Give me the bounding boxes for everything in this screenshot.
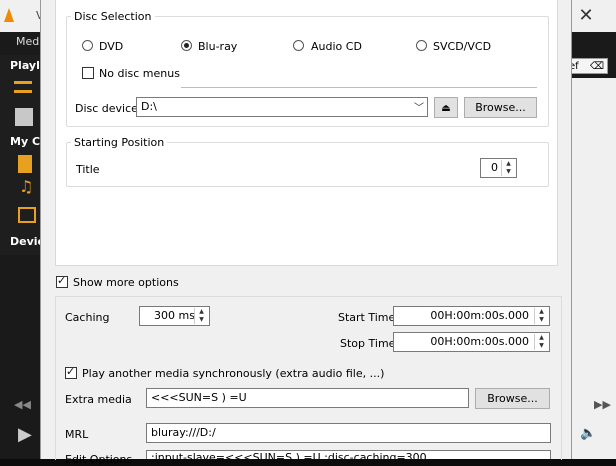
stop-time-spin-buttons[interactable]: ▲ ▼ xyxy=(534,334,548,350)
stop-time-spinbox[interactable]: 00H:00m:00s.000 ▲ ▼ xyxy=(393,332,550,352)
down-arrow-icon[interactable]: ▼ xyxy=(195,316,208,324)
extra-media-input[interactable]: <<<SUN=S ) =U xyxy=(146,388,469,408)
radio-bluray-label[interactable]: Blu-ray xyxy=(198,40,237,53)
background-media-menu[interactable]: Medi xyxy=(16,35,42,48)
radio-bluray[interactable] xyxy=(181,40,192,51)
mrl-label: MRL xyxy=(65,428,89,441)
disc-device-value: D:\ xyxy=(141,100,157,113)
caching-spin-buttons[interactable]: ▲ ▼ xyxy=(194,308,208,324)
pictures-icon[interactable] xyxy=(18,207,36,223)
mrl-input[interactable]: bluray:///D:/ xyxy=(146,423,551,443)
start-time-spinbox[interactable]: 00H:00m:00s.000 ▲ ▼ xyxy=(393,306,550,326)
play-icon[interactable]: ▶ xyxy=(18,424,32,445)
eject-button[interactable]: ⏏ xyxy=(434,97,458,118)
background-right-panel xyxy=(566,78,616,398)
stop-time-label: Stop Time xyxy=(340,337,396,350)
radio-dvd[interactable] xyxy=(82,40,93,51)
radio-svcd-vcd-label[interactable]: SVCD/VCD xyxy=(433,40,491,53)
browse-disc-button[interactable]: Browse... xyxy=(464,97,537,118)
disc-device-combo[interactable]: D:\ ﹀ xyxy=(136,97,428,117)
show-more-options-label[interactable]: Show more options xyxy=(73,276,179,289)
title-value: 0 xyxy=(491,161,498,174)
next-icon[interactable]: ▶▶ xyxy=(594,398,611,411)
radio-dvd-label[interactable]: DVD xyxy=(99,40,123,53)
up-arrow-icon[interactable]: ▲ xyxy=(502,160,515,168)
edit-options-input[interactable]: :input-slave=<<<SUN=S ) =U :disc-caching… xyxy=(146,450,551,459)
radio-audio-cd[interactable] xyxy=(293,40,304,51)
title-spinbox[interactable]: 0 ▲ ▼ xyxy=(480,158,517,178)
play-another-media-checkbox[interactable] xyxy=(65,365,77,379)
no-disc-menus-checkbox[interactable] xyxy=(82,67,94,79)
show-more-options-checkbox[interactable] xyxy=(56,274,68,288)
caching-value: 300 ms xyxy=(154,309,195,322)
chevron-down-icon[interactable]: ﹀ xyxy=(414,99,424,114)
radio-audio-cd-label[interactable]: Audio CD xyxy=(311,40,362,53)
browse-extra-media-button[interactable]: Browse... xyxy=(475,388,550,409)
no-disc-menus-label[interactable]: No disc menus xyxy=(99,67,180,80)
extra-media-label: Extra media xyxy=(65,393,132,406)
down-arrow-icon[interactable]: ▼ xyxy=(535,342,548,350)
title-spin-buttons[interactable]: ▲ ▼ xyxy=(501,160,515,176)
disc-device-label: Disc device xyxy=(75,102,138,115)
stop-time-value: 00H:00m:00s.000 xyxy=(430,335,529,348)
close-icon[interactable]: ✕ xyxy=(574,4,598,28)
up-arrow-icon[interactable]: ▲ xyxy=(535,308,548,316)
speaker-icon[interactable]: 🔈 xyxy=(580,426,596,441)
down-arrow-icon[interactable]: ▼ xyxy=(502,168,515,176)
background-volume-controls: ▶▶ 🔈 xyxy=(570,390,616,459)
vlc-cone-icon xyxy=(4,8,14,22)
media-library-icon[interactable] xyxy=(15,108,33,126)
play-another-media-label[interactable]: Play another media synchronously (extra … xyxy=(82,367,384,380)
radio-svcd-vcd[interactable] xyxy=(416,40,427,51)
eject-icon: ⏏ xyxy=(441,103,451,114)
videos-icon[interactable] xyxy=(18,155,32,173)
disc-selection-title: Disc Selection xyxy=(71,10,155,23)
background-search-field[interactable]: ef ⌫ xyxy=(566,58,608,74)
caching-label: Caching xyxy=(65,311,110,324)
title-label: Title xyxy=(76,163,100,176)
down-arrow-icon[interactable]: ▼ xyxy=(535,316,548,324)
start-time-value: 00H:00m:00s.000 xyxy=(430,309,529,322)
edit-options-label: Edit Options xyxy=(65,453,133,466)
up-arrow-icon[interactable]: ▲ xyxy=(195,308,208,316)
start-time-spin-buttons[interactable]: ▲ ▼ xyxy=(534,308,548,324)
caching-spinbox[interactable]: 300 ms ▲ ▼ xyxy=(139,306,210,326)
music-icon[interactable]: ♫ xyxy=(19,177,33,196)
playlist-icon[interactable] xyxy=(14,81,32,93)
previous-icon[interactable]: ◀◀ xyxy=(14,398,31,411)
starting-position-title: Starting Position xyxy=(71,136,168,149)
start-time-label: Start Time xyxy=(338,311,396,324)
up-arrow-icon[interactable]: ▲ xyxy=(535,334,548,342)
clear-icon[interactable]: ⌫ xyxy=(590,59,604,75)
separator xyxy=(181,87,537,88)
